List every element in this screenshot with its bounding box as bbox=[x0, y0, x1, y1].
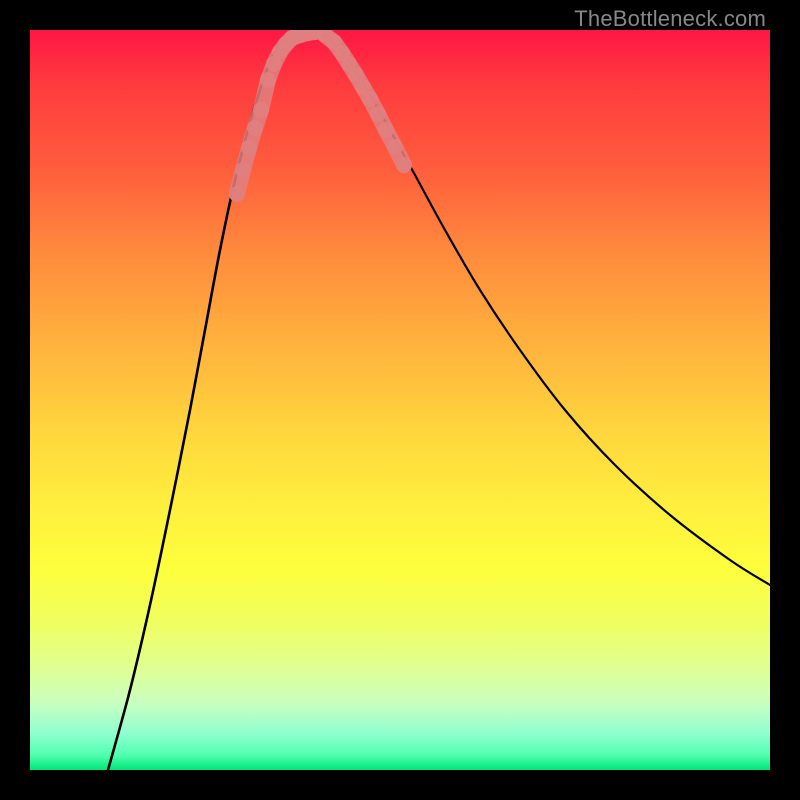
watermark-text: TheBottleneck.com bbox=[574, 6, 766, 32]
curve-svg bbox=[30, 30, 770, 770]
data-markers-right bbox=[317, 30, 412, 173]
bottleneck-curve-left bbox=[108, 32, 310, 770]
plot-area bbox=[30, 30, 770, 770]
chart-container: TheBottleneck.com bbox=[0, 0, 800, 800]
data-markers-left bbox=[229, 30, 323, 202]
